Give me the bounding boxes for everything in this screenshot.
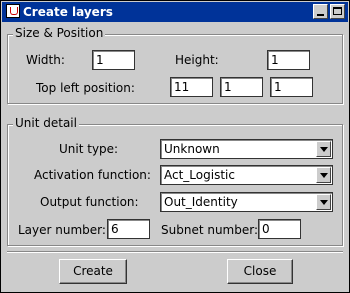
chevron-down-icon[interactable] (316, 167, 331, 183)
height-label: Height: (175, 53, 219, 67)
chevron-down-icon[interactable] (316, 194, 331, 210)
output-function-label: Output function: (40, 195, 139, 209)
subnet-number-label: Subnet number: (161, 223, 259, 237)
button-separator (7, 251, 343, 253)
chevron-down-icon[interactable] (316, 141, 331, 157)
create-layers-dialog: Create layers Size & Position Width: Hei… (0, 0, 350, 293)
width-label: Width: (26, 53, 65, 67)
activation-function-value: Act_Logistic (164, 168, 235, 182)
output-function-select[interactable]: Out_Identity (160, 192, 333, 212)
maximize-icon[interactable] (330, 4, 345, 19)
top-left-z-field[interactable] (270, 77, 313, 97)
minimize-icon[interactable] (313, 4, 328, 19)
activation-function-label: Activation function: (34, 168, 151, 182)
unit-detail-legend: Unit detail (13, 116, 79, 130)
create-button[interactable]: Create (59, 259, 127, 284)
height-field[interactable] (267, 50, 310, 70)
java-cup-icon (6, 4, 20, 18)
top-left-y-field[interactable] (220, 77, 263, 97)
width-field[interactable] (92, 50, 135, 70)
layer-number-field[interactable] (107, 219, 150, 239)
top-left-position-label: Top left position: (36, 81, 135, 95)
title-bar[interactable]: Create layers (2, 2, 348, 22)
size-position-legend: Size & Position (13, 26, 106, 40)
top-left-x-field[interactable] (170, 77, 213, 97)
activation-function-select[interactable]: Act_Logistic (160, 165, 333, 185)
window-title: Create layers (23, 5, 113, 19)
unit-type-label: Unit type: (59, 142, 119, 156)
close-button[interactable]: Close (227, 259, 293, 284)
unit-type-select[interactable]: Unknown (160, 139, 333, 159)
unit-type-value: Unknown (164, 142, 220, 156)
output-function-value: Out_Identity (164, 195, 238, 209)
subnet-number-field[interactable] (258, 219, 301, 239)
layer-number-label: Layer number: (18, 223, 106, 237)
